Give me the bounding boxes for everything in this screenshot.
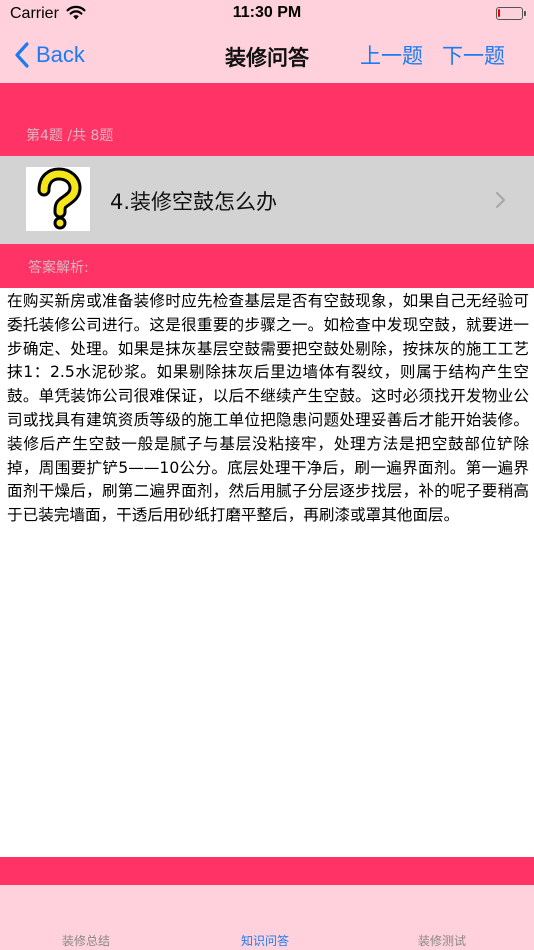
previous-question-button[interactable]: 上一题 — [360, 40, 423, 70]
back-label: Back — [36, 42, 85, 67]
answer-analysis-label: 答案解析: — [28, 260, 89, 276]
status-bar: Carrier 11:30 PM — [0, 0, 534, 28]
chevron-right-icon — [495, 191, 506, 209]
tab-decoration-test[interactable]: 装修测试 — [418, 932, 466, 949]
back-button[interactable]: Back — [14, 38, 85, 72]
question-title: 4.装修空鼓怎么办 — [110, 190, 278, 214]
tab-knowledge-qa[interactable]: 知识问答 — [241, 932, 289, 949]
question-mark-icon — [26, 167, 90, 231]
bottom-band — [0, 857, 534, 885]
next-question-button[interactable]: 下一题 — [442, 40, 505, 70]
chevron-left-icon — [15, 42, 29, 68]
question-row[interactable]: 4.装修空鼓怎么办 — [0, 156, 534, 244]
status-time: 11:30 PM — [232, 4, 302, 21]
answer-band: 答案解析: — [0, 244, 534, 288]
question-progress-label: 第4题 /共 8题 — [26, 128, 114, 144]
tab-bar: 装修总结 知识问答 装修测试 — [0, 885, 534, 950]
battery-level — [498, 9, 500, 17]
navigation-bar: Back 装修问答 上一题 下一题 — [0, 28, 534, 83]
tab-decoration-summary[interactable]: 装修总结 — [62, 932, 110, 949]
battery-icon — [496, 7, 526, 20]
progress-band: 第4题 /共 8题 — [0, 83, 534, 156]
answer-text: 在购买新房或准备装修时应先检查基层是否有空鼓现象，如果自己无经验可委托装修公司进… — [7, 292, 529, 525]
